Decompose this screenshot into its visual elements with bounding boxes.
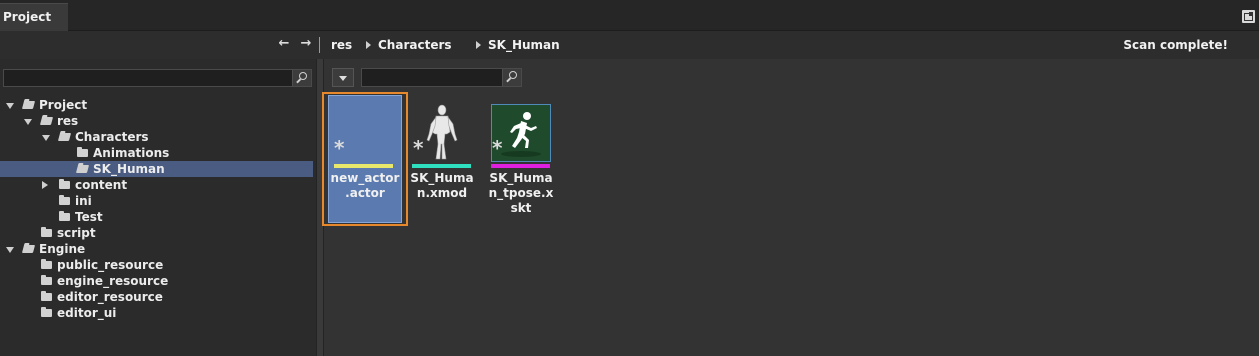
- tree-item-label: Project: [39, 98, 88, 112]
- breadcrumb-chevron-icon[interactable]: [476, 41, 481, 49]
- breadcrumb-res[interactable]: res: [331, 37, 352, 53]
- toolbar: ← → res Characters SK_Human Scan complet…: [0, 31, 1259, 59]
- tree-item-label: engine_resource: [57, 274, 169, 288]
- folder-icon: [41, 259, 52, 269]
- folder-icon: [41, 275, 52, 285]
- tree-item-script[interactable]: script: [0, 225, 313, 241]
- folder-open-icon: [21, 245, 36, 253]
- forward-button[interactable]: →: [299, 36, 313, 52]
- tree-item-label: content: [75, 178, 128, 192]
- tree-item-project[interactable]: Project: [0, 97, 313, 113]
- breadcrumb-sk-human[interactable]: SK_Human: [488, 37, 560, 53]
- file-item-sk-human-xmod[interactable]: * SK_Huma n.xmod: [410, 95, 490, 227]
- folder-icon: [41, 291, 52, 301]
- file-item-sk-human-tpose[interactable]: * SK_Huma n_tpose.x skt: [489, 95, 569, 227]
- expand-open-icon[interactable]: [6, 247, 14, 253]
- type-color-bar: [334, 164, 393, 168]
- tree-item-editor-ui[interactable]: editor_ui: [0, 305, 313, 321]
- asterisk-icon: *: [492, 136, 503, 160]
- folder-open-icon: [75, 165, 90, 173]
- file-browser: * new_actor .actor * SK_Huma n.xmod * SK…: [322, 59, 1259, 356]
- tree-item-label: script: [57, 226, 96, 240]
- folder-open-icon: [39, 117, 54, 125]
- filter-dropdown[interactable]: [332, 68, 354, 87]
- file-name: SK_Huma n.xmod: [410, 171, 474, 200]
- expand-open-icon[interactable]: [24, 119, 32, 125]
- expand-open-icon[interactable]: [42, 135, 50, 141]
- tree-item-public-resource[interactable]: public_resource: [0, 257, 313, 273]
- tree-item-label: Animations: [93, 146, 170, 160]
- undock-icon[interactable]: [1242, 10, 1255, 23]
- tree-item-ini[interactable]: ini: [0, 193, 313, 209]
- tree-item-engine-resource[interactable]: engine_resource: [0, 273, 313, 289]
- folder-icon: [77, 147, 88, 157]
- tree-item-label: Characters: [75, 130, 149, 144]
- tree-item-label: ini: [75, 194, 92, 208]
- type-color-bar: [491, 164, 550, 168]
- back-button[interactable]: ←: [277, 36, 291, 52]
- tree-item-engine[interactable]: Engine: [0, 241, 313, 257]
- tree-item-animations[interactable]: Animations: [0, 145, 313, 161]
- content-search-input[interactable]: [361, 68, 522, 87]
- folder-icon: [41, 307, 52, 317]
- search-button[interactable]: [292, 70, 311, 86]
- folder-icon: [59, 211, 70, 221]
- breadcrumb-chevron-icon[interactable]: [366, 41, 371, 49]
- file-name: SK_Huma n_tpose.x skt: [488, 171, 554, 215]
- asterisk-icon: *: [413, 136, 424, 160]
- expand-open-icon[interactable]: [6, 103, 14, 109]
- tree-item-label: editor_ui: [57, 306, 117, 320]
- tree-item-sk-human[interactable]: SK_Human: [0, 161, 313, 177]
- folder-open-icon: [57, 133, 72, 141]
- folder-tree: Project res Characters Animations SK_Humanco…: [0, 97, 313, 321]
- tree-item-res[interactable]: res: [0, 113, 313, 129]
- expand-closed-icon[interactable]: [42, 181, 48, 189]
- folder-icon: [59, 179, 70, 189]
- folder-icon: [59, 195, 70, 205]
- tree-item-test[interactable]: Test: [0, 209, 313, 225]
- tree-item-content[interactable]: content: [0, 177, 313, 193]
- project-tree-panel: Project res Characters Animations SK_Humanco…: [0, 59, 316, 356]
- folder-icon: [41, 227, 52, 237]
- tree-item-editor-resource[interactable]: editor_resource: [0, 289, 313, 305]
- file-item-new-actor[interactable]: * new_actor .actor: [322, 92, 408, 227]
- tab-bar: Project: [0, 0, 1259, 31]
- tree-item-label: public_resource: [57, 258, 164, 272]
- tree-item-label: Test: [75, 210, 103, 224]
- tree-item-label: Engine: [39, 242, 86, 256]
- tree-item-label: SK_Human: [93, 162, 165, 176]
- folder-open-icon: [21, 101, 36, 109]
- tree-search-input[interactable]: [3, 69, 312, 87]
- search-button[interactable]: [502, 69, 521, 86]
- tab-project[interactable]: Project: [0, 3, 68, 31]
- scan-status: Scan complete!: [1123, 38, 1228, 52]
- tree-item-label: editor_resource: [57, 290, 163, 304]
- tree-item-label: res: [57, 114, 79, 128]
- toolbar-separator: [319, 37, 320, 53]
- breadcrumb-characters[interactable]: Characters: [378, 37, 452, 53]
- file-name: new_actor .actor: [330, 171, 400, 200]
- actor-icon: *: [334, 136, 345, 160]
- tree-item-characters[interactable]: Characters: [0, 129, 313, 145]
- type-color-bar: [412, 164, 471, 168]
